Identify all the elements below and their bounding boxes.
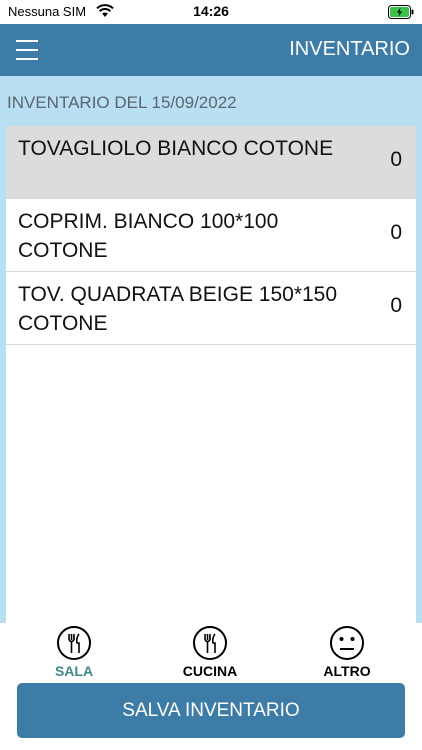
tab-altro[interactable]: ALTRO: [297, 625, 397, 681]
list-item[interactable]: COPRIM. BIANCO 100*100 COTONE 0: [6, 199, 416, 272]
fork-knife-icon: [57, 626, 91, 660]
item-name: TOVAGLIOLO BIANCO COTONE: [18, 137, 334, 160]
status-bar: Nessuna SIM 14:26: [0, 0, 422, 24]
hamburger-menu-icon[interactable]: [16, 40, 38, 60]
neutral-face-icon: [330, 626, 364, 660]
tab-cucina[interactable]: CUCINA: [160, 625, 260, 681]
tab-sala[interactable]: SALA: [24, 625, 124, 681]
tab-label: CUCINA: [182, 663, 238, 679]
bottom-toolbar: SALA CUCINA ALTRO SALVA INVENTARIO: [0, 623, 422, 750]
inventory-list: TOVAGLIOLO BIANCO COTONE 0 COPRIM. BIANC…: [6, 126, 416, 623]
battery-icon: [388, 5, 414, 22]
fork-knife-icon: [193, 626, 227, 660]
tab-label: SALA: [54, 663, 94, 679]
inventory-date-heading: INVENTARIO DEL 15/09/2022: [7, 93, 237, 112]
app-bar: INVENTARIO: [0, 24, 422, 76]
item-quantity: 0: [390, 294, 402, 317]
list-item[interactable]: TOVAGLIOLO BIANCO COTONE 0: [6, 126, 416, 199]
item-quantity: 0: [390, 148, 402, 171]
clock: 14:26: [193, 3, 229, 19]
item-name: TOV. QUADRATA BEIGE 150*150 COTONE: [18, 283, 338, 335]
item-name: COPRIM. BIANCO 100*100 COTONE: [18, 210, 279, 262]
save-inventory-button[interactable]: SALVA INVENTARIO: [17, 683, 405, 738]
tab-label: ALTRO: [323, 663, 371, 679]
item-quantity: 0: [390, 221, 402, 244]
list-item[interactable]: TOV. QUADRATA BEIGE 150*150 COTONE 0: [6, 272, 416, 345]
page-title: INVENTARIO: [289, 38, 410, 60]
